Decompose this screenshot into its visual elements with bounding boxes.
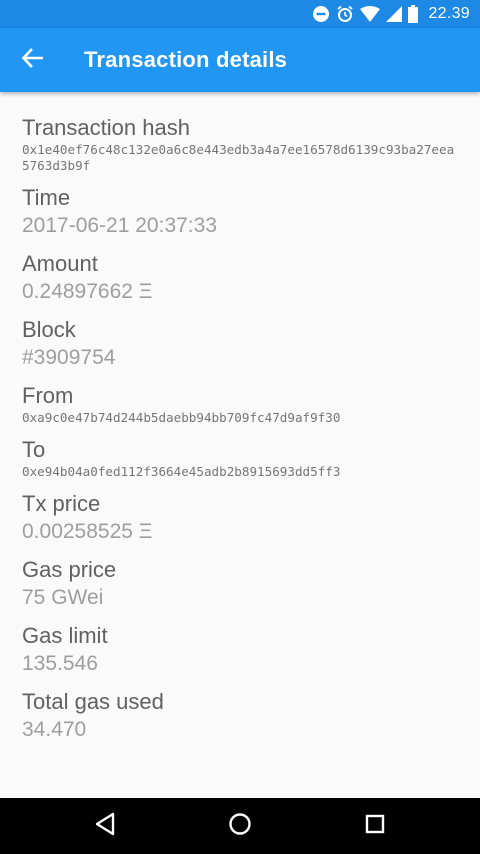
gas-price-field: Gas price 75 GWei [22,556,458,612]
battery-icon [408,5,419,23]
from-value: 0xa9c0e47b74d244b5daebb94bb709fc47d9af9f… [22,410,341,425]
block-label: Block [22,317,76,342]
wifi-icon [360,6,381,22]
block-value: #3909754 [22,346,116,369]
do-not-disturb-icon [312,5,330,23]
gas-limit-label: Gas limit [22,623,108,648]
nav-back-button[interactable] [73,798,137,854]
gas-limit-field: Gas limit 135.546 [22,622,458,678]
alarm-icon [336,5,354,23]
amount-label: Amount [22,251,98,276]
from-field: From 0xa9c0e47b74d244b5daebb94bb709fc47d… [22,382,458,426]
status-bar: 22.39 [0,0,480,28]
block-field: Block #3909754 [22,316,458,372]
navigation-bar [0,798,480,854]
hash-label: Transaction hash [22,115,190,140]
hash-field: Transaction hash 0x1e40ef76c48c132e0a6c8… [22,114,458,174]
amount-value: 0.24897662 Ξ [22,280,153,303]
tx-price-label: Tx price [22,491,101,516]
gas-price-value: 75 GWei [22,586,104,609]
status-time: 22.39 [428,5,470,22]
nav-home-button[interactable] [208,798,272,854]
gas-price-label: Gas price [22,557,117,582]
to-field: To 0xe94b04a0fed112f3664e45adb2b8915693d… [22,436,458,480]
from-label: From [22,383,74,408]
time-field: Time 2017-06-21 20:37:33 [22,184,458,240]
gas-used-field: Total gas used 34.470 [22,688,458,744]
time-label: Time [22,185,71,210]
gas-used-value: 34.470 [22,718,87,741]
time-value: 2017-06-21 20:37:33 [22,214,217,237]
to-label: To [22,437,46,462]
amount-field: Amount 0.24897662 Ξ [22,250,458,306]
app-bar: Transaction details [0,28,480,92]
page-title: Transaction details [84,47,288,72]
back-triangle-icon [94,812,116,841]
tx-price-field: Tx price 0.00258525 Ξ [22,490,458,546]
gas-used-label: Total gas used [22,689,164,714]
home-circle-icon [228,812,252,841]
to-value: 0xe94b04a0fed112f3664e45adb2b8915693dd5f… [22,464,341,479]
gas-limit-value: 135.546 [22,652,98,675]
tx-price-value: 0.00258525 Ξ [22,520,153,543]
transaction-details: Transaction hash 0x1e40ef76c48c132e0a6c8… [0,92,480,798]
hash-value: 0x1e40ef76c48c132e0a6c8e443edb3a4a7ee165… [22,142,455,173]
nav-recents-button[interactable] [343,798,407,854]
arrow-back-icon [21,47,44,74]
signal-icon [386,6,403,22]
back-button[interactable] [0,28,64,92]
recents-square-icon [364,813,386,840]
